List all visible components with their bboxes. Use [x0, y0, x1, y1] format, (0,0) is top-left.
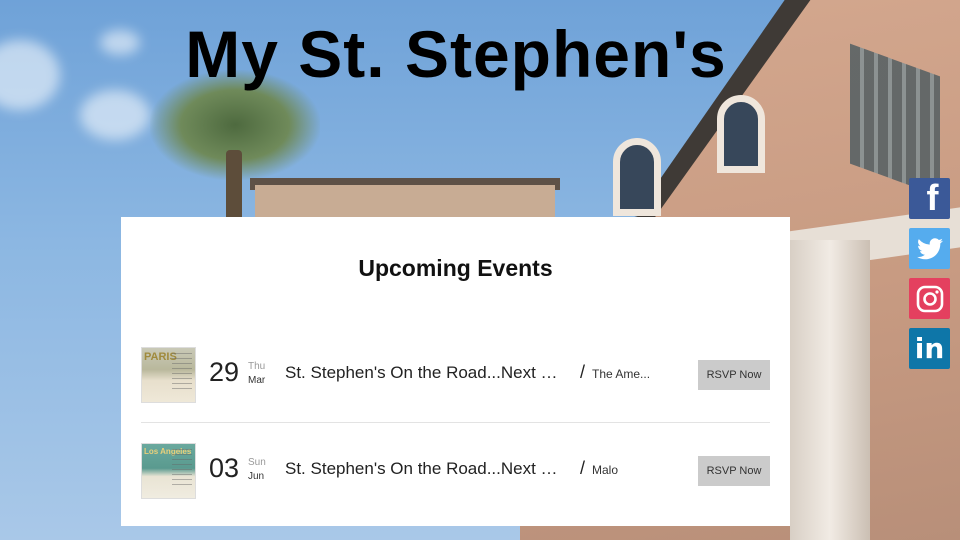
- linkedin-icon[interactable]: in: [909, 328, 950, 369]
- column: [790, 240, 870, 540]
- title-location-separator: /: [580, 362, 586, 382]
- rsvp-button[interactable]: RSVP Now: [698, 360, 770, 390]
- event-weekday: Sun: [248, 457, 266, 468]
- instagram-camera-icon: [916, 285, 943, 312]
- event-poster-thumbnail[interactable]: PARIS: [141, 347, 196, 403]
- social-bar: f in: [909, 177, 950, 378]
- event-month: Jun: [248, 471, 265, 482]
- events-card: Upcoming Events PARIS 29 Thu Mar St. Ste…: [121, 217, 790, 526]
- twitter-icon[interactable]: [909, 228, 950, 269]
- row-divider: [141, 422, 770, 423]
- event-weekday: Thu: [248, 361, 266, 372]
- event-day: 29: [209, 357, 240, 387]
- event-row[interactable]: Los Angeles 03 Sun Jun St. Stephen's On …: [141, 443, 770, 499]
- cloud: [80, 90, 150, 140]
- arched-window: [613, 138, 661, 216]
- event-location: Malo: [592, 463, 619, 477]
- rsvp-button[interactable]: RSVP Now: [698, 456, 770, 486]
- poster-text-lines: [172, 353, 192, 393]
- events-heading: Upcoming Events: [358, 255, 553, 281]
- poster-text-lines: [172, 449, 192, 489]
- arched-window: [717, 95, 765, 173]
- event-row[interactable]: PARIS 29 Thu Mar St. Stephen's On the Ro…: [141, 347, 770, 403]
- event-title[interactable]: St. Stephen's On the Road...Next …: [285, 459, 558, 479]
- title-location-separator: /: [580, 458, 586, 478]
- twitter-bird-icon: [916, 237, 943, 259]
- instagram-icon[interactable]: [909, 278, 950, 319]
- event-title[interactable]: St. Stephen's On the Road...Next …: [285, 363, 558, 383]
- event-day: 03: [209, 453, 240, 483]
- event-location: The Ame...: [592, 367, 651, 381]
- event-poster-thumbnail[interactable]: Los Angeles: [141, 443, 196, 499]
- event-month: Mar: [248, 375, 266, 386]
- facebook-icon[interactable]: f: [909, 177, 950, 219]
- linkedin-glyph: in: [914, 332, 945, 365]
- page-title: My St. Stephen's: [185, 17, 727, 91]
- facebook-glyph: f: [926, 177, 939, 218]
